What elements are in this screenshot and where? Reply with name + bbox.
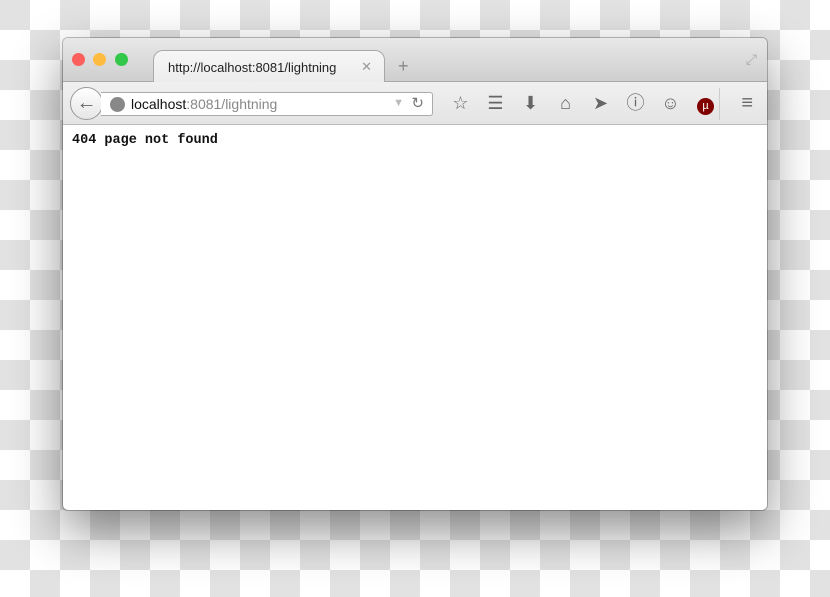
home-icon[interactable]: ⌂ <box>548 92 583 115</box>
history-dropdown-icon[interactable]: ▼ <box>393 97 404 109</box>
error-message: 404 page not found <box>72 133 218 148</box>
toolbar-divider <box>719 88 720 120</box>
send-icon[interactable]: ➤ <box>583 92 618 115</box>
download-icon[interactable]: ⬇ <box>513 92 548 115</box>
back-button[interactable]: ← <box>70 87 103 120</box>
nav-toolbar: ← localhost:8081/lightning ▼ ↻ ☆ ☰ ⬇ ⌂ ➤… <box>63 82 767 125</box>
browser-window: http://localhost:8081/lightning ✕ + ⤢ ← … <box>63 38 767 510</box>
chat-icon[interactable]: ☺ <box>653 92 688 115</box>
globe-icon <box>110 97 125 112</box>
title-bar: http://localhost:8081/lightning ✕ + ⤢ <box>63 38 767 83</box>
password-manager-icon[interactable]: ⓘ <box>618 92 653 115</box>
tab-active[interactable]: http://localhost:8081/lightning ✕ <box>153 50 385 83</box>
url-path: :8081/lightning <box>186 96 278 112</box>
url-host: localhost <box>131 96 187 112</box>
ublock-icon[interactable]: µ <box>688 92 723 115</box>
maximize-window-button[interactable] <box>115 53 128 66</box>
close-window-button[interactable] <box>72 53 85 66</box>
url-bar[interactable]: localhost:8081/lightning ▼ ↻ <box>101 92 433 116</box>
tab-title: http://localhost:8081/lightning <box>168 60 337 75</box>
page-content: 404 page not found <box>63 125 767 156</box>
reload-icon[interactable]: ↻ <box>411 94 424 112</box>
minimize-window-button[interactable] <box>93 53 106 66</box>
new-tab-button[interactable]: + <box>398 56 409 77</box>
star-icon[interactable]: ☆ <box>443 92 478 115</box>
fullscreen-icon[interactable]: ⤢ <box>746 51 757 68</box>
menu-icon[interactable]: ≡ <box>741 92 753 115</box>
reading-list-icon[interactable]: ☰ <box>478 92 513 115</box>
close-tab-icon[interactable]: ✕ <box>361 59 372 75</box>
